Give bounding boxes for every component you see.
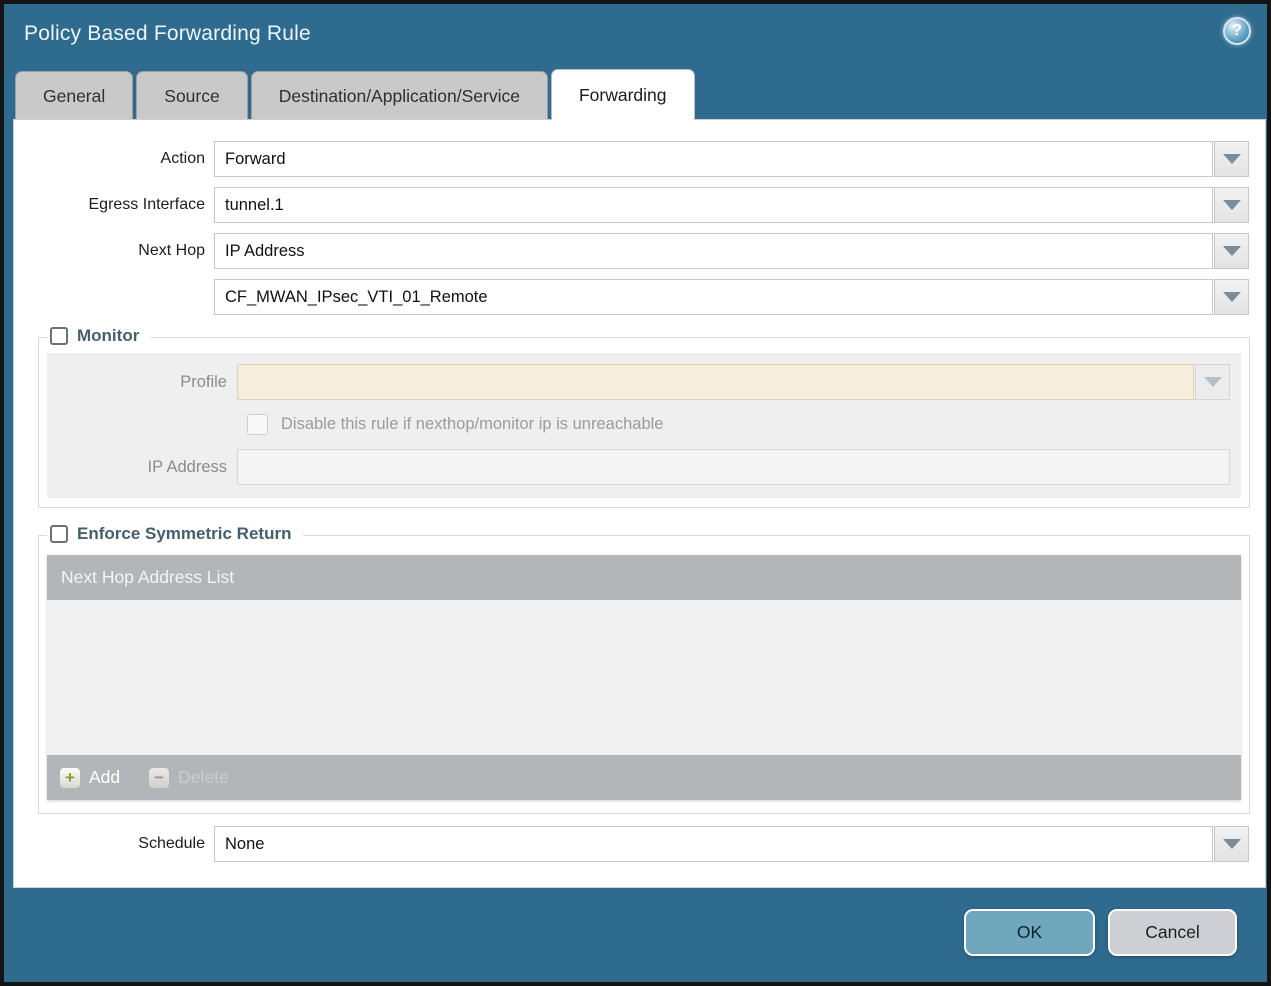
tab-bar: General Source Destination/Application/S… [15,69,695,120]
next-hop-address-list-toolbar: + Add − Delete [47,755,1241,800]
chevron-down-icon [1222,246,1241,256]
egress-interface-dropdown-button[interactable] [1214,187,1249,223]
profile-label: Profile [180,372,227,391]
dialog-titlebar: Policy Based Forwarding Rule ? [4,4,1267,66]
schedule-dropdown-button[interactable] [1214,826,1249,862]
disable-rule-label: Disable this rule if nexthop/monitor ip … [281,415,664,433]
enforce-symmetric-return-title: Enforce Symmetric Return [77,524,292,543]
tab-label: Forwarding [578,84,667,105]
tab-destination-application-service[interactable]: Destination/Application/Service [250,71,548,120]
chevron-down-icon [1203,377,1222,387]
action-label: Action [160,150,205,167]
next-hop-label: Next Hop [138,242,205,259]
forwarding-tab-panel: Action Forward Egress Interface tunnel.1… [13,119,1266,888]
profile-dropdown-button [1195,364,1230,400]
monitor-section: Monitor Profile Disable this rule if nex… [38,326,1250,508]
monitor-ip-address-input [237,449,1230,485]
next-hop-address-dropdown-button[interactable] [1214,279,1249,315]
tab-forwarding[interactable]: Forwarding [550,69,695,120]
next-hop-type-select[interactable]: IP Address [214,233,1213,269]
enforce-symmetric-return-checkbox[interactable] [50,525,68,543]
next-hop-address-row: CF_MWAN_IPsec_VTI_01_Remote [14,279,1265,315]
egress-interface-select[interactable]: tunnel.1 [214,187,1213,223]
dialog-footer: OK Cancel [964,909,1237,956]
schedule-row: Schedule None [14,826,1265,862]
add-button[interactable]: + Add [59,766,121,789]
policy-based-forwarding-dialog: Policy Based Forwarding Rule ? General S… [0,0,1271,986]
delete-button-label: Delete [178,767,229,787]
help-icon-glyph: ? [1232,22,1242,39]
tab-label: Destination/Application/Service [278,85,520,106]
monitor-legend: Monitor [47,326,152,346]
disable-rule-checkbox [247,414,268,435]
plus-icon: + [59,766,81,789]
next-hop-row: Next Hop IP Address [14,233,1265,269]
schedule-label: Schedule [138,835,205,852]
monitor-title: Monitor [77,326,140,345]
dialog-title: Policy Based Forwarding Rule [24,22,311,45]
egress-interface-label: Egress Interface [88,196,206,213]
profile-select [237,364,1194,400]
next-hop-address-list-header-label: Next Hop Address List [61,567,235,587]
next-hop-type-dropdown-button[interactable] [1214,233,1249,269]
tab-general[interactable]: General [15,71,134,120]
help-icon[interactable]: ? [1223,17,1251,45]
chevron-down-icon [1222,154,1241,164]
chevron-down-icon [1222,839,1241,849]
monitor-ip-address-label: IP Address [147,457,228,476]
tab-label: General [43,85,106,106]
next-hop-address-list-header: Next Hop Address List [47,555,1241,600]
chevron-down-icon [1222,200,1241,210]
minus-icon: − [148,766,171,789]
add-button-label: Add [89,767,121,787]
monitor-checkbox[interactable] [50,327,68,345]
enforce-symmetric-return-legend: Enforce Symmetric Return [47,524,304,544]
enforce-symmetric-return-section: Enforce Symmetric Return Next Hop Addres… [38,524,1250,814]
cancel-button[interactable]: Cancel [1108,909,1237,956]
profile-row: Profile [47,364,1235,400]
action-row: Action Forward [14,141,1265,177]
monitor-ip-address-row: IP Address [47,449,1235,485]
tab-label: Source [164,85,220,106]
action-select[interactable]: Forward [214,141,1213,177]
action-dropdown-button[interactable] [1214,141,1249,177]
next-hop-address-list-table: Next Hop Address List + Add − Delete [47,555,1241,800]
next-hop-address-select[interactable]: CF_MWAN_IPsec_VTI_01_Remote [214,279,1213,315]
ok-button[interactable]: OK [964,909,1095,956]
disable-rule-row: Disable this rule if nexthop/monitor ip … [247,414,1235,435]
egress-interface-row: Egress Interface tunnel.1 [14,187,1265,223]
delete-button: − Delete [148,766,229,789]
schedule-select[interactable]: None [214,826,1213,862]
next-hop-address-list-body[interactable] [47,600,1241,755]
chevron-down-icon [1222,292,1241,302]
monitor-panel: Profile Disable this rule if nexthop/mon… [47,353,1241,498]
tab-source[interactable]: Source [136,71,248,120]
